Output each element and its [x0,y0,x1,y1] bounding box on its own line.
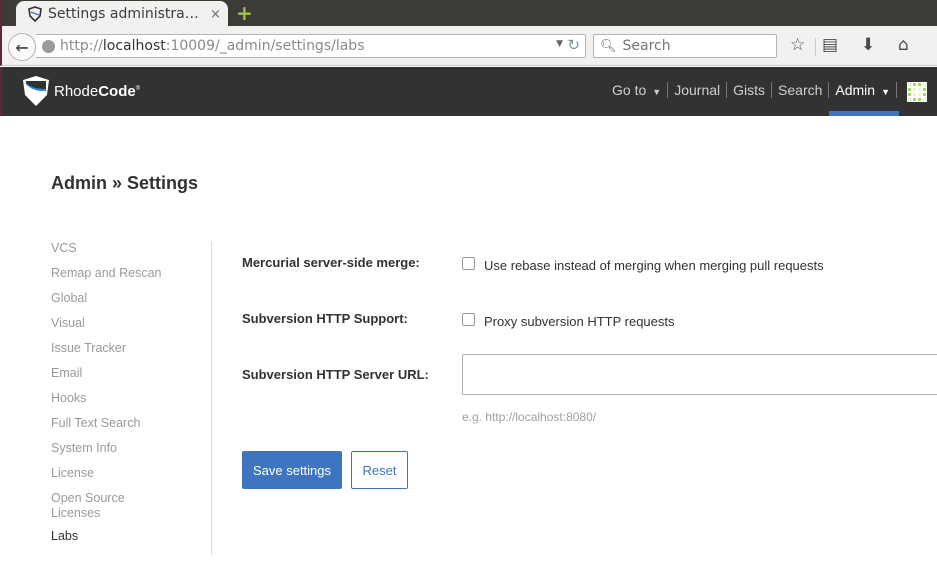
browser-navbar: ← http://localhost:10009/_admin/settings… [0,26,937,66]
svn-proxy-checkbox[interactable] [462,313,475,326]
active-nav-indicator [829,111,899,116]
hg-rebase-checkbox[interactable] [462,257,475,270]
svn-url-input[interactable] [462,354,937,395]
sidebar-item-open-source-licenses[interactable]: Open Source Licenses [51,491,141,529]
nav-goto[interactable]: Go to ▼ [606,82,667,98]
bookmark-star-icon[interactable]: ☆ [790,35,805,55]
sidebar-item-email[interactable]: Email [51,366,201,391]
page-title: Admin » Settings [51,173,199,193]
browser-tab[interactable]: Settings administra… × [16,1,228,27]
sidebar-item-system-info[interactable]: System Info [51,441,201,466]
favicon-shield-icon [28,6,42,22]
sidebar-item-global[interactable]: Global [51,291,201,316]
download-arrow-icon[interactable]: ⬇ [861,35,875,55]
logo-shield-icon [23,76,49,106]
svn-url-help-text: e.g. http://localhost:8080/ [462,410,597,424]
nav-divider [896,82,897,98]
reload-icon[interactable]: ↻ [567,36,580,54]
chevron-down-icon: ▼ [652,87,662,97]
browser-search-input[interactable] [622,38,773,54]
sidebar-divider [211,242,212,555]
reset-button[interactable]: Reset [351,451,408,489]
new-tab-plus-icon[interactable]: + [236,3,253,23]
logo-text: RhodeCode® [54,82,141,100]
sidebar-item-full-text-search[interactable]: Full Text Search [51,416,201,441]
svn-proxy-checkbox-label[interactable]: Proxy subversion HTTP requests [484,314,675,329]
sidebar-item-vcs[interactable]: VCS [51,241,201,266]
url-text[interactable]: http://localhost:10009/_admin/settings/l… [60,38,364,54]
sidebar-item-hooks[interactable]: Hooks [51,391,201,416]
reading-list-icon[interactable]: ▤ [822,35,838,55]
back-arrow-icon[interactable]: ← [8,33,36,61]
search-icon: 🔍︎ [600,38,617,54]
close-tab-icon[interactable]: × [210,7,221,22]
nav-gists[interactable]: Gists [727,82,771,98]
user-avatar[interactable] [907,82,927,102]
save-settings-button[interactable]: Save settings [242,451,342,489]
hg-merge-label: Mercurial server-side merge: [242,255,420,270]
browser-search-bar[interactable]: 🔍︎ [593,34,777,58]
main-nav: Go to ▼ Journal Gists Search Admin ▼ [606,82,897,98]
toolbar-divider [815,38,816,56]
hg-rebase-checkbox-label[interactable]: Use rebase instead of merging when mergi… [484,258,824,273]
sidebar-item-visual[interactable]: Visual [51,316,201,341]
svn-url-label: Subversion HTTP Server URL: [242,367,429,382]
nav-admin[interactable]: Admin ▼ [829,82,896,98]
svn-support-label: Subversion HTTP Support: [242,311,408,326]
chevron-down-icon: ▼ [881,87,890,97]
tab-title: Settings administra… [48,6,198,22]
sidebar-item-remap-rescan[interactable]: Remap and Rescan [51,266,201,291]
globe-icon [42,39,55,53]
url-dropdown-icon[interactable]: ▼ [556,39,563,49]
sidebar-item-issue-tracker[interactable]: Issue Tracker [51,341,201,366]
settings-sidebar: VCS Remap and Rescan Global Visual Issue… [51,241,201,554]
home-icon[interactable]: ⌂ [898,35,909,55]
app-header: RhodeCode® Go to ▼ Journal Gists Search A… [0,67,937,116]
rhodecode-logo[interactable]: RhodeCode® [22,75,140,107]
sidebar-item-labs[interactable]: Labs [51,529,201,554]
nav-journal[interactable]: Journal [668,82,726,98]
browser-tab-strip: Settings administra… × + [0,0,937,27]
url-bar[interactable]: http://localhost:10009/_admin/settings/l… [36,34,586,58]
sidebar-item-license[interactable]: License [51,466,201,491]
nav-search[interactable]: Search [772,82,828,98]
